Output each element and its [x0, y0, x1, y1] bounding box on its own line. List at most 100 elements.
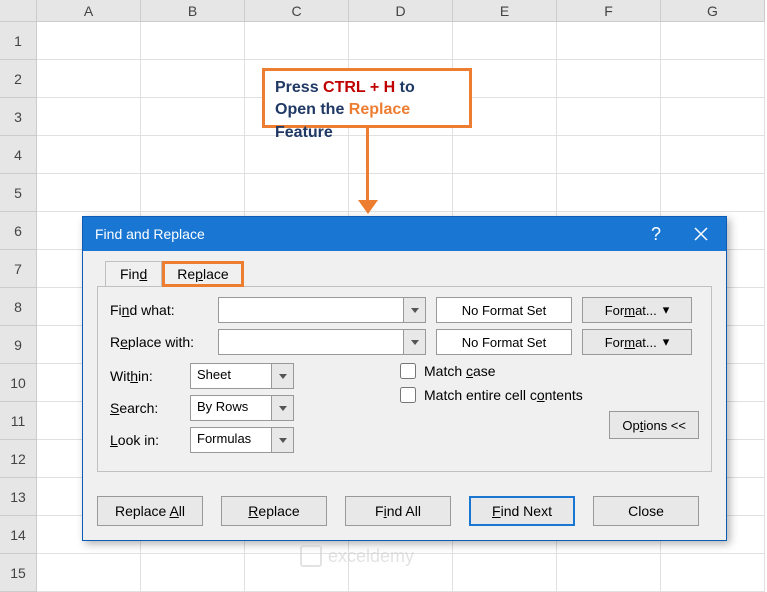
select-all-corner[interactable] — [0, 0, 37, 22]
replace-format-button[interactable]: Format...▾ — [582, 329, 692, 355]
col-header[interactable]: B — [141, 0, 245, 22]
within-value: Sheet — [190, 363, 272, 389]
row-header[interactable]: 8 — [0, 288, 37, 326]
cell[interactable] — [141, 554, 245, 592]
cell[interactable] — [453, 554, 557, 592]
row-header[interactable]: 11 — [0, 402, 37, 440]
row-header[interactable]: 13 — [0, 478, 37, 516]
cell[interactable] — [661, 60, 765, 98]
cell[interactable] — [557, 174, 661, 212]
match-entire-checkbox[interactable] — [400, 387, 416, 403]
cell[interactable] — [37, 174, 141, 212]
cell[interactable] — [141, 136, 245, 174]
within-label: Within: — [110, 368, 190, 384]
row-header[interactable]: 6 — [0, 212, 37, 250]
watermark: exceldemy — [300, 545, 414, 567]
arrow-line — [366, 128, 369, 203]
col-header[interactable]: A — [37, 0, 141, 22]
tab-strip: Find Replace — [105, 261, 712, 287]
chevron-down-icon — [411, 340, 419, 345]
cell[interactable] — [141, 174, 245, 212]
close-button[interactable] — [676, 227, 726, 241]
cell[interactable] — [557, 136, 661, 174]
match-case-checkbox[interactable] — [400, 363, 416, 379]
cell[interactable] — [661, 554, 765, 592]
row-header[interactable]: 7 — [0, 250, 37, 288]
col-header[interactable]: D — [349, 0, 453, 22]
cell[interactable] — [661, 136, 765, 174]
col-header[interactable]: C — [245, 0, 349, 22]
replace-with-input[interactable] — [218, 329, 404, 355]
cell[interactable] — [37, 22, 141, 60]
row-header[interactable]: 14 — [0, 516, 37, 554]
cell[interactable] — [141, 98, 245, 136]
cell[interactable] — [37, 136, 141, 174]
row-header[interactable]: 12 — [0, 440, 37, 478]
chevron-down-icon — [411, 308, 419, 313]
lookin-label: Look in: — [110, 432, 190, 448]
cell[interactable] — [141, 22, 245, 60]
match-entire-label: Match entire cell contents — [424, 387, 583, 403]
lookin-select[interactable]: Formulas — [190, 427, 294, 453]
replace-with-label: Replace with: — [110, 334, 218, 350]
replace-with-combo — [218, 329, 426, 355]
cell[interactable] — [557, 60, 661, 98]
cell[interactable] — [37, 60, 141, 98]
close-dialog-button[interactable]: Close — [593, 496, 699, 526]
cell[interactable] — [557, 98, 661, 136]
lookin-dropdown[interactable] — [272, 427, 294, 453]
row-header[interactable]: 1 — [0, 22, 37, 60]
within-dropdown[interactable] — [272, 363, 294, 389]
cell[interactable] — [557, 554, 661, 592]
row-header[interactable]: 5 — [0, 174, 37, 212]
chevron-down-icon — [279, 438, 287, 443]
watermark-icon — [300, 545, 322, 567]
row-header[interactable]: 10 — [0, 364, 37, 402]
find-all-button[interactable]: Find All — [345, 496, 451, 526]
within-select[interactable]: Sheet — [190, 363, 294, 389]
replace-all-button[interactable]: Replace All — [97, 496, 203, 526]
row-header[interactable]: 4 — [0, 136, 37, 174]
tab-find[interactable]: Find — [105, 261, 162, 287]
tab-replace[interactable]: Replace — [162, 261, 243, 287]
chevron-down-icon — [279, 406, 287, 411]
find-format-button[interactable]: Format...▾ — [582, 297, 692, 323]
dialog-titlebar[interactable]: Find and Replace ? — [83, 217, 726, 251]
cell[interactable] — [453, 22, 557, 60]
options-button[interactable]: Options << — [609, 411, 699, 439]
replace-with-dropdown[interactable] — [404, 329, 426, 355]
lookin-value: Formulas — [190, 427, 272, 453]
cell[interactable] — [453, 136, 557, 174]
row-header[interactable]: 9 — [0, 326, 37, 364]
find-what-dropdown[interactable] — [404, 297, 426, 323]
search-select[interactable]: By Rows — [190, 395, 294, 421]
row-header[interactable]: 2 — [0, 60, 37, 98]
close-icon — [694, 227, 708, 241]
cell[interactable] — [141, 60, 245, 98]
cell[interactable] — [245, 174, 349, 212]
row-header[interactable]: 15 — [0, 554, 37, 592]
cell[interactable] — [37, 98, 141, 136]
cell[interactable] — [245, 22, 349, 60]
find-what-input[interactable] — [218, 297, 404, 323]
cell[interactable] — [661, 22, 765, 60]
col-header[interactable]: E — [453, 0, 557, 22]
cell[interactable] — [557, 22, 661, 60]
instruction-callout: Press CTRL + H to Open the Replace Featu… — [262, 68, 472, 128]
dialog-panel: Find what: No Format Set Format...▾ Repl… — [97, 286, 712, 472]
col-header[interactable]: G — [661, 0, 765, 22]
find-replace-dialog: Find and Replace ? Find Replace Find wha… — [82, 216, 727, 541]
cell[interactable] — [349, 136, 453, 174]
cell[interactable] — [661, 98, 765, 136]
cell[interactable] — [37, 554, 141, 592]
cell[interactable] — [453, 174, 557, 212]
help-button[interactable]: ? — [636, 224, 676, 245]
replace-button[interactable]: Replace — [221, 496, 327, 526]
col-header[interactable]: F — [557, 0, 661, 22]
row-header[interactable]: 3 — [0, 98, 37, 136]
caret-down-icon: ▾ — [663, 302, 670, 318]
find-next-button[interactable]: Find Next — [469, 496, 575, 526]
cell[interactable] — [349, 22, 453, 60]
search-dropdown[interactable] — [272, 395, 294, 421]
cell[interactable] — [661, 174, 765, 212]
